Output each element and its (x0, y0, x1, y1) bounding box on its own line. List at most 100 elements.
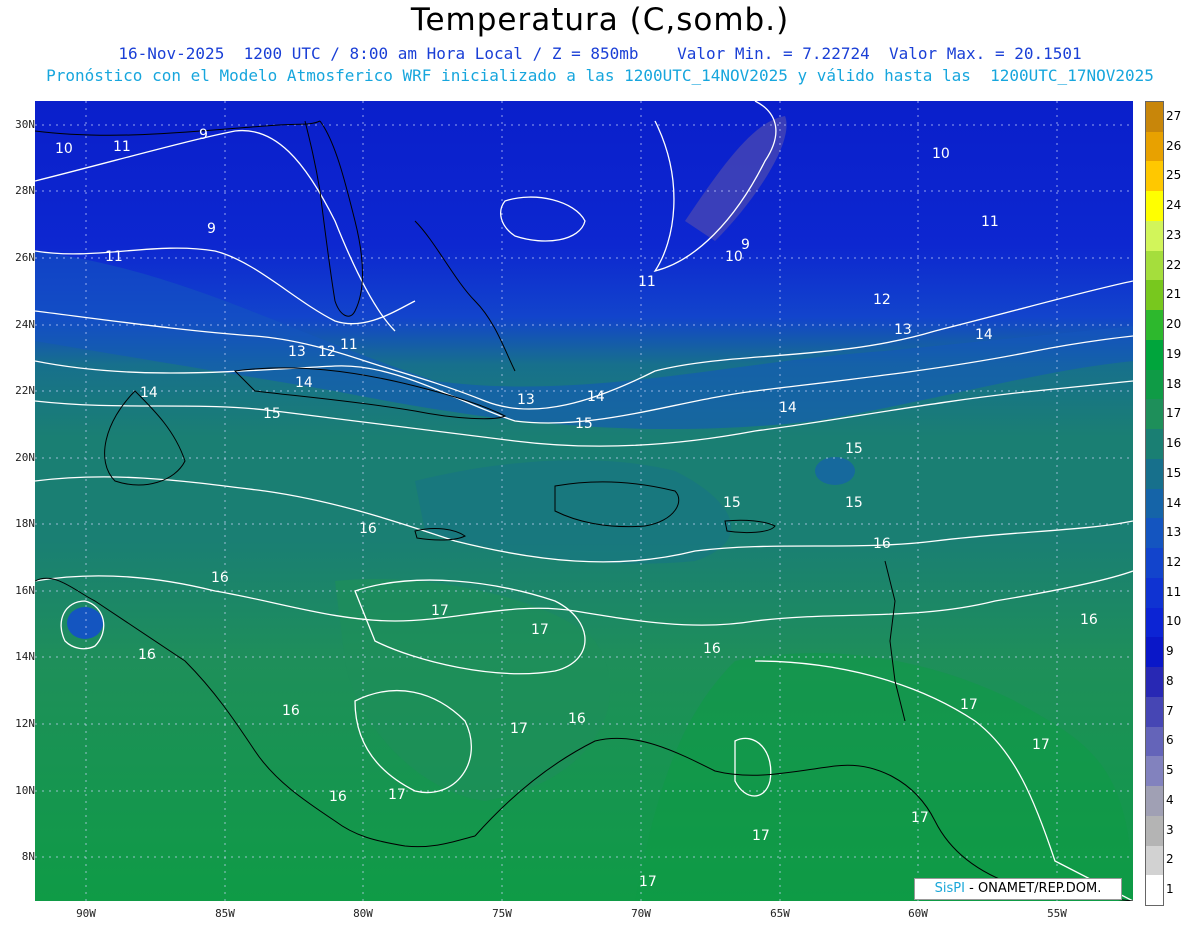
colorbar-label: 3 (1166, 822, 1174, 837)
lat-label: 8N (21, 850, 35, 863)
colorbar-label: 1 (1166, 882, 1174, 897)
contour-label: 14 (779, 400, 797, 416)
contour-label: 17 (510, 721, 528, 737)
contour-label: 13 (288, 344, 306, 360)
contour-label: 14 (140, 385, 158, 401)
contour-label: 15 (723, 495, 741, 511)
colorbar (1145, 101, 1164, 906)
colorbar-cell (1146, 607, 1163, 638)
colorbar-cell (1146, 339, 1163, 371)
lat-label: 22N (15, 384, 35, 397)
colorbar-label: 17 (1166, 406, 1182, 421)
colorbar-label: 7 (1166, 703, 1174, 718)
contour-label: 17 (960, 697, 978, 713)
subtitle-model-info: Pronóstico con el Modelo Atmosferico WRF… (46, 66, 1154, 85)
lat-label: 16N (15, 584, 35, 597)
contour-label: 17 (752, 828, 770, 844)
colorbar-label: 13 (1166, 525, 1182, 540)
lat-label: 18N (15, 517, 35, 530)
contour-label: 15 (263, 406, 281, 422)
contour-label: 9 (199, 127, 208, 143)
contour-label: 11 (638, 274, 656, 290)
credit-brand: SisPI (934, 881, 965, 896)
contour-label: 14 (295, 375, 313, 391)
colorbar-cell (1146, 191, 1163, 222)
lat-label: 28N (15, 184, 35, 197)
temperature-map[interactable]: 10 11 9 9 11 13 12 11 14 14 15 13 14 15 … (35, 101, 1133, 901)
contour-label: 16 (568, 711, 586, 727)
colorbar-cell (1146, 458, 1163, 490)
contour-label: 17 (1032, 737, 1050, 753)
lat-label: 12N (15, 717, 35, 730)
colorbar-cell (1146, 369, 1163, 400)
contour-label: 16 (138, 647, 156, 663)
contour-label: 11 (340, 337, 358, 353)
contour-label: 15 (845, 441, 863, 457)
colorbar-label: 27 (1166, 108, 1182, 123)
colorbar-cell (1146, 429, 1163, 460)
colorbar-cell (1146, 696, 1163, 728)
lat-label: 30N (15, 118, 35, 131)
colorbar-label: 25 (1166, 168, 1182, 183)
colorbar-label: 22 (1166, 257, 1182, 272)
credit-box: SisPI - ONAMET/REP.DOM. (914, 878, 1122, 900)
colorbar-cell (1146, 875, 1163, 906)
colorbar-label: 19 (1166, 346, 1182, 361)
contour-label: 16 (329, 789, 347, 805)
contour-label: 14 (587, 389, 605, 405)
lon-label: 55W (1047, 907, 1067, 920)
chart-title: Temperatura (C,somb.) (410, 2, 790, 38)
colorbar-label: 11 (1166, 584, 1182, 599)
subtitle-valid-time: 16-Nov-2025 1200 UTC / 8:00 am Hora Loca… (118, 44, 1082, 63)
lat-label: 10N (15, 784, 35, 797)
colorbar-label: 24 (1166, 198, 1182, 213)
colorbar-cell (1146, 637, 1163, 668)
contour-label: 16 (1080, 612, 1098, 628)
lon-label: 60W (908, 907, 928, 920)
credit-org: - ONAMET/REP.DOM. (964, 881, 1102, 896)
cold-spot-honduras (67, 607, 103, 639)
lat-label: 14N (15, 650, 35, 663)
colorbar-label: 15 (1166, 465, 1182, 480)
contour-label: 13 (894, 322, 912, 338)
colorbar-label: 10 (1166, 614, 1182, 629)
colorbar-cell (1146, 250, 1163, 281)
contour-label: 11 (105, 249, 123, 265)
colorbar-label: 16 (1166, 436, 1182, 451)
colorbar-label: 26 (1166, 138, 1182, 153)
colorbar-cell (1146, 756, 1163, 787)
contour-label: 17 (531, 622, 549, 638)
contour-label: 9 (207, 221, 216, 237)
colorbar-cell (1146, 161, 1163, 192)
colorbar-label: 8 (1166, 673, 1174, 688)
colorbar-label: 23 (1166, 227, 1182, 242)
colorbar-cell (1146, 102, 1163, 133)
lon-label: 90W (76, 907, 96, 920)
contour-label: 16 (703, 641, 721, 657)
contour-label: 10 (55, 141, 73, 157)
colorbar-cell (1146, 220, 1163, 252)
lat-label: 24N (15, 318, 35, 331)
colorbar-label: 4 (1166, 792, 1174, 807)
colorbar-cell (1146, 577, 1163, 609)
colorbar-cell (1146, 131, 1163, 162)
colorbar-cell (1146, 726, 1163, 757)
colorbar-label: 21 (1166, 287, 1182, 302)
colorbar-label: 2 (1166, 852, 1174, 867)
contour-label: 17 (639, 874, 657, 890)
contour-label: 10 (932, 146, 950, 162)
lat-label: 26N (15, 251, 35, 264)
contour-label: 12 (873, 292, 891, 308)
colorbar-label: 18 (1166, 376, 1182, 391)
lon-label: 65W (770, 907, 790, 920)
contour-label: 15 (575, 416, 593, 432)
contour-label: 11 (113, 139, 131, 155)
spot-caribbean (815, 457, 855, 485)
colorbar-label: 9 (1166, 644, 1174, 659)
colorbar-cell (1146, 399, 1163, 430)
contour-label: 16 (211, 570, 229, 586)
lon-label: 75W (492, 907, 512, 920)
contour-label: 11 (981, 214, 999, 230)
lat-label: 20N (15, 451, 35, 464)
colorbar-label: 14 (1166, 495, 1182, 510)
